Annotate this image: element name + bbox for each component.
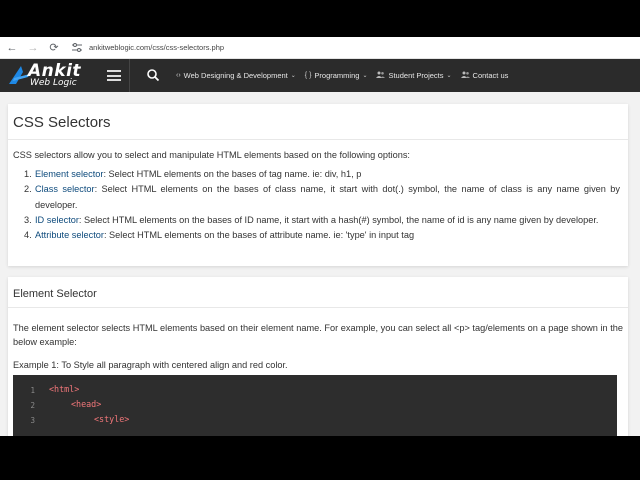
menu-web-designing[interactable]: ‹› Web Designing & Development ⌄: [176, 71, 296, 80]
forward-arrow-icon[interactable]: →: [24, 39, 42, 57]
page-content: CSS Selectors CSS selectors allow you to…: [0, 92, 640, 436]
title-divider: [8, 139, 628, 140]
section-title: Element Selector: [13, 288, 97, 300]
menu-label: Programming: [314, 71, 360, 80]
users-icon: [376, 71, 386, 80]
list-number: 3.: [24, 214, 32, 225]
site-navigation: Ankit Web Logic ‹› Web Designing & Devel…: [0, 59, 640, 92]
selector-options-list: 1. Element selector: Select HTML elements…: [24, 167, 620, 243]
menu-label: Student Projects: [388, 71, 444, 80]
term-link[interactable]: Class selector: [35, 184, 95, 194]
logo-subtext: Web Logic: [30, 78, 77, 88]
menu-programming[interactable]: { } Programming ⌄: [305, 71, 368, 80]
section-description: The element selector selects HTML elemen…: [13, 323, 623, 347]
chevron-down-icon: ⌄: [446, 73, 452, 79]
page-title: CSS Selectors: [13, 114, 111, 131]
list-text: : Select HTML elements on the bases of c…: [35, 184, 620, 210]
nav-divider: [129, 59, 130, 92]
line-number: 1: [30, 386, 35, 395]
list-item: 1. Element selector: Select HTML elements…: [24, 167, 620, 182]
menu-contact-us[interactable]: Contact us: [460, 71, 509, 80]
code-block[interactable]: 1 <html> 2 <head> 3 <style>: [13, 375, 617, 436]
hamburger-menu-icon[interactable]: [107, 70, 121, 81]
list-item: 3. ID selector: Select HTML elements on t…: [24, 213, 620, 228]
list-item: 2. Class selector: Select HTML elements o…: [24, 182, 620, 213]
code-text: <html>: [49, 384, 80, 394]
term-link[interactable]: Attribute selector: [35, 230, 104, 240]
list-number: 4.: [24, 230, 32, 241]
list-number: 2.: [24, 184, 32, 195]
line-number: 2: [30, 401, 35, 410]
list-text: : Select HTML elements on the bases of I…: [78, 214, 599, 225]
braces-icon: { }: [304, 72, 312, 79]
line-number: 3: [30, 416, 35, 425]
bottom-letterbox: [0, 436, 640, 480]
term-link[interactable]: Element selector: [35, 169, 103, 179]
section-divider: [8, 307, 628, 308]
back-arrow-icon[interactable]: ←: [3, 39, 21, 57]
menu-label: Contact us: [472, 71, 509, 80]
chevron-down-icon: ⌄: [362, 73, 368, 79]
contact-icon: [460, 71, 470, 80]
chevron-down-icon: ⌄: [290, 73, 296, 79]
code-icon: ‹›: [176, 72, 181, 79]
term-link[interactable]: ID selector: [35, 215, 79, 225]
list-number: 1.: [24, 169, 32, 179]
site-logo[interactable]: Ankit Web Logic: [8, 61, 98, 91]
element-selector-card: Element Selector The element selector se…: [8, 277, 628, 436]
code-text: <style>: [94, 414, 130, 424]
css-selectors-card: CSS Selectors CSS selectors allow you to…: [8, 104, 628, 266]
main-menu: ‹› Web Designing & Development ⌄ { } Pro…: [176, 59, 517, 92]
top-letterbox: [0, 0, 640, 37]
search-icon[interactable]: [146, 68, 160, 82]
menu-label: Web Designing & Development: [183, 71, 288, 80]
code-text: <head>: [71, 399, 102, 409]
browser-address-bar: ← → ⟳ ankitweblogic.com/css/css-selector…: [0, 37, 640, 59]
site-info-icon[interactable]: [69, 40, 85, 56]
list-text: : Select HTML elements on the bases of t…: [103, 169, 362, 179]
address-url[interactable]: ankitweblogic.com/css/css-selectors.php: [89, 43, 224, 52]
menu-student-projects[interactable]: Student Projects ⌄: [376, 71, 452, 80]
list-item: 4. Attribute selector: Select HTML elemen…: [24, 228, 620, 243]
code-line: 3 <style>: [13, 414, 617, 429]
code-line: 2 <head>: [13, 399, 617, 414]
example-caption: Example 1: To Style all paragraph with c…: [13, 360, 288, 370]
intro-text: CSS selectors allow you to select and ma…: [13, 150, 410, 160]
reload-icon[interactable]: ⟳: [45, 39, 63, 57]
page-scrollbar[interactable]: [632, 92, 640, 436]
list-text: : Select HTML elements on the bases of a…: [103, 230, 415, 241]
code-line: 1 <html>: [13, 384, 617, 399]
